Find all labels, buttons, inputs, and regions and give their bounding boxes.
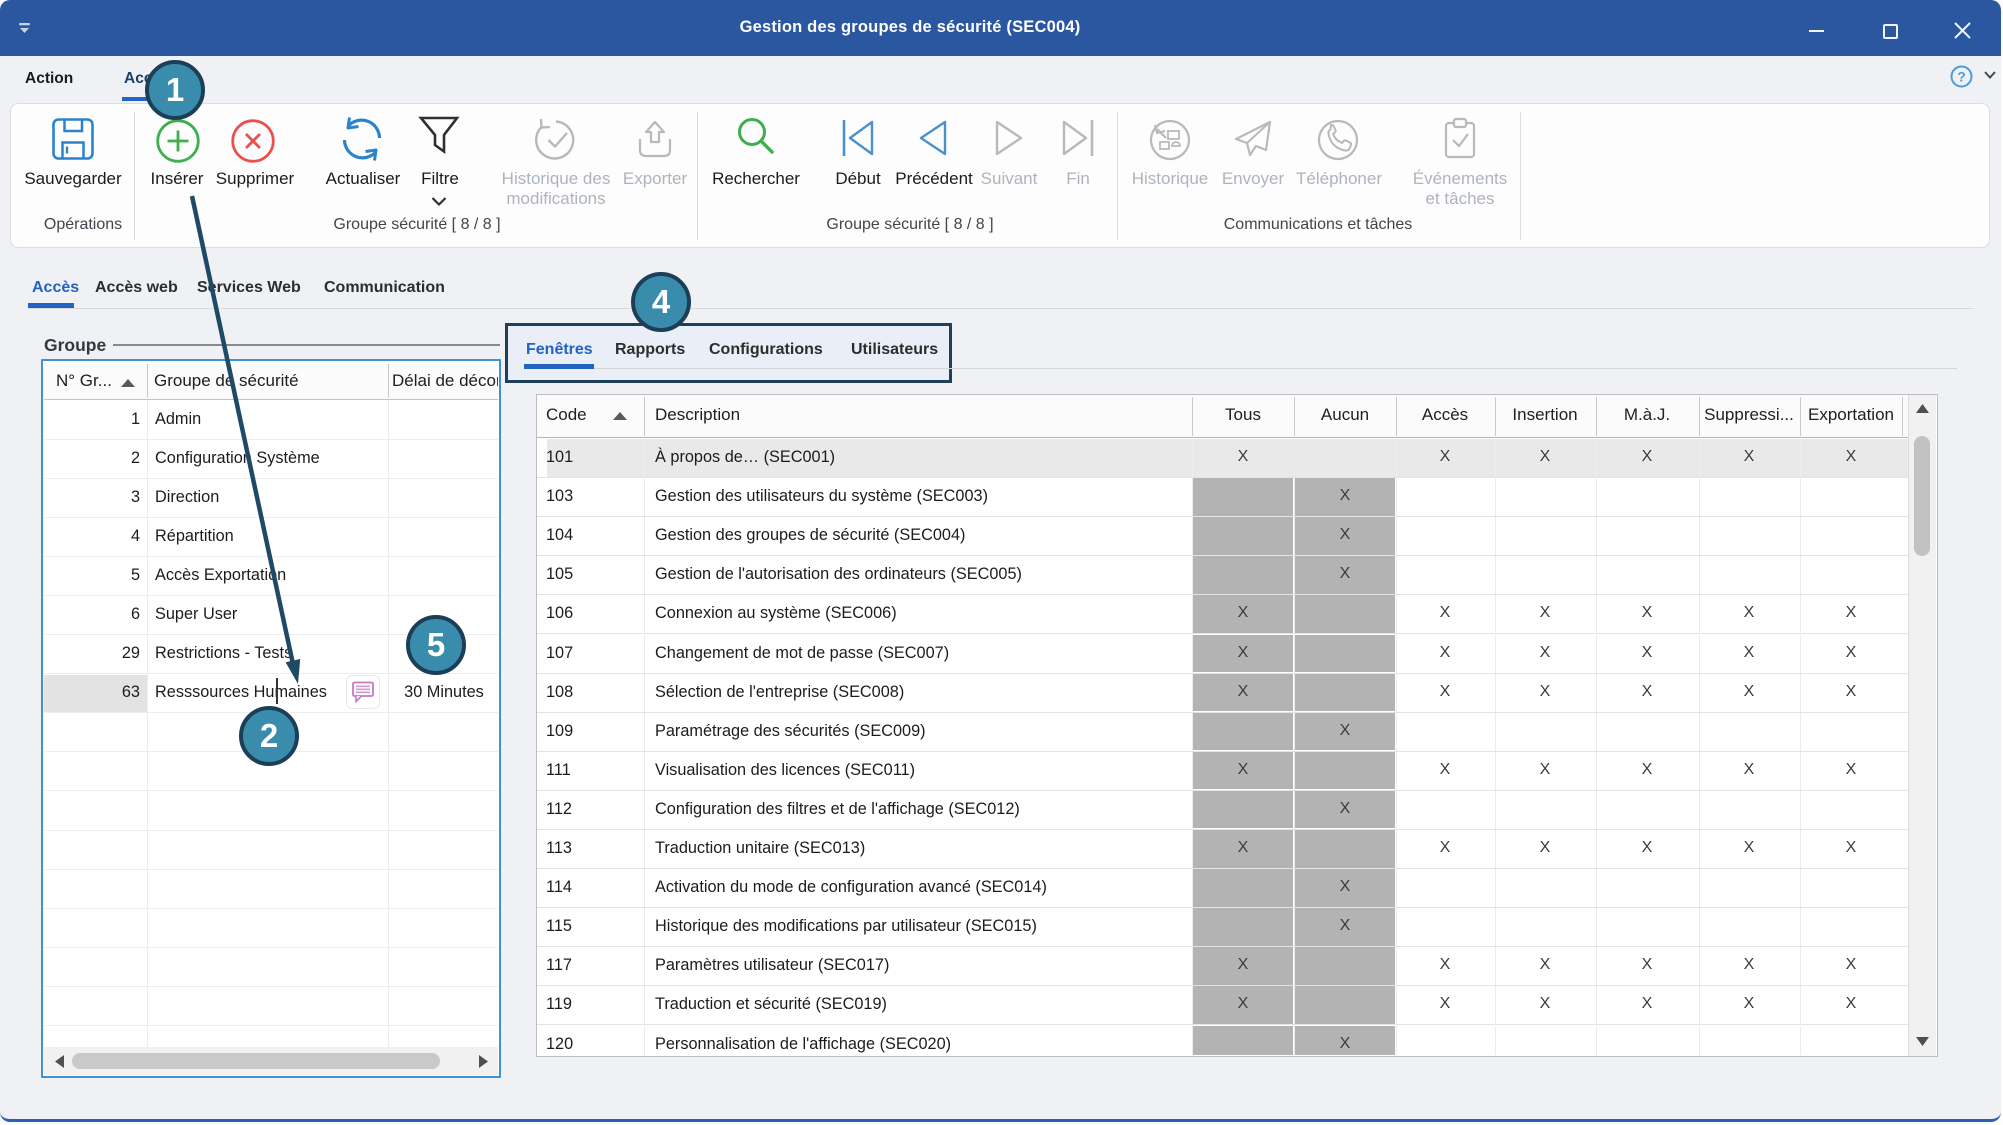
svg-text:?: ?: [1957, 69, 1966, 85]
